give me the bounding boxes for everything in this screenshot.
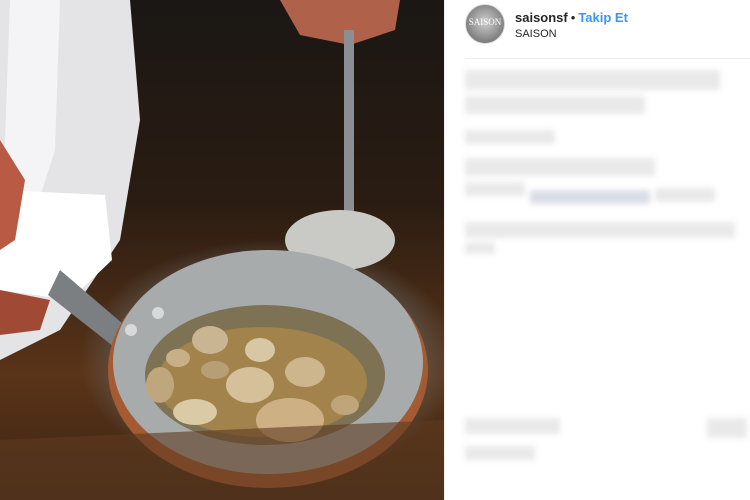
blurred-line: [465, 96, 645, 114]
blurred-link: [530, 190, 650, 204]
blurred-line: [465, 70, 720, 90]
blurred-line: [655, 188, 715, 202]
separator-dot: •: [570, 10, 576, 25]
photo-illustration: [0, 0, 444, 500]
blurred-line: [707, 418, 747, 438]
blurred-line: [465, 182, 525, 196]
avatar[interactable]: SAISON: [465, 4, 505, 44]
user-line: saisonsf • Takip Et: [515, 10, 628, 25]
post-sidebar: SAISON saisonsf • Takip Et SAISON: [444, 0, 750, 500]
blurred-line: [465, 446, 535, 460]
blurred-line: [465, 130, 555, 144]
post-photo[interactable]: [0, 0, 444, 500]
post-header: SAISON saisonsf • Takip Et SAISON: [465, 4, 745, 44]
avatar-logo-text: SAISON: [468, 17, 502, 27]
location-link[interactable]: SAISON: [515, 28, 557, 40]
header-divider: [465, 58, 750, 59]
follow-button[interactable]: Takip Et: [578, 10, 628, 25]
blurred-line: [465, 158, 655, 176]
blurred-line: [465, 242, 495, 254]
username-link[interactable]: saisonsf: [515, 10, 568, 25]
blurred-line: [465, 418, 560, 434]
blurred-line: [465, 222, 735, 238]
